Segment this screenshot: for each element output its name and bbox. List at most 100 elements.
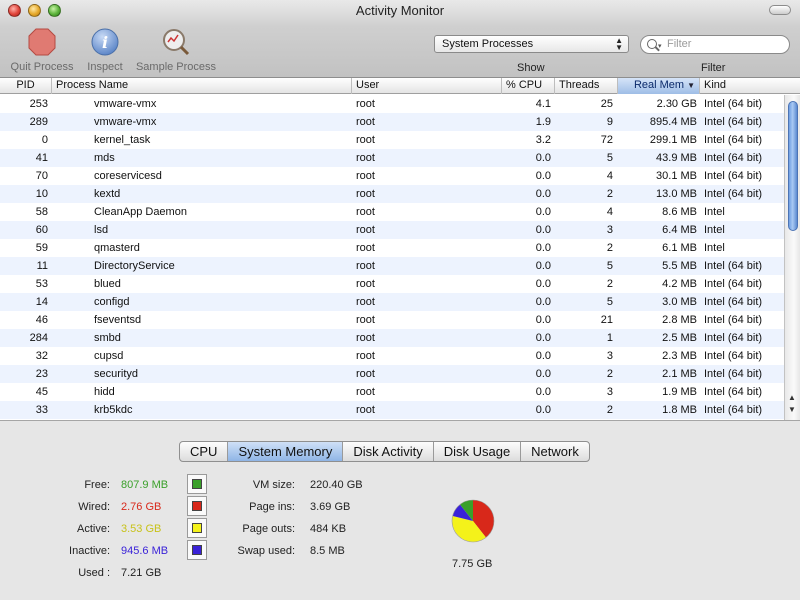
table-row[interactable]: 253 vmware-vmx root 4.1 25 2.30 GB Intel (64 b… <box>0 95 784 113</box>
user-cell: root <box>356 242 375 254</box>
pid-cell: 58 <box>35 206 48 218</box>
tab-cpu[interactable]: CPU <box>180 442 229 461</box>
used-value: 7.21 GB <box>121 567 162 579</box>
column-header-real-mem[interactable]: Real Mem ▼ <box>618 78 700 94</box>
real-mem-cell: 6.1 MB <box>662 242 697 254</box>
filter-search-input[interactable]: ▾ Filter <box>640 35 790 54</box>
tab-disk-activity[interactable]: Disk Activity <box>343 442 434 461</box>
scroll-up-arrow-icon[interactable]: ▲ <box>788 393 796 402</box>
cpu-cell: 0.0 <box>535 188 551 200</box>
cpu-cell: 0.0 <box>535 206 551 218</box>
process-name-cell: configd <box>94 296 130 308</box>
search-placeholder: Filter <box>667 38 692 50</box>
user-cell: root <box>356 260 375 272</box>
threads-cell: 3 <box>606 386 613 398</box>
cpu-cell: 0.0 <box>535 350 551 362</box>
column-header-process-name[interactable]: Process Name <box>52 78 352 94</box>
memory-pie-chart <box>451 499 495 543</box>
threads-cell: 2 <box>606 188 613 200</box>
table-row[interactable]: 59 qmasterd root 0.0 2 6.1 MB Intel <box>0 239 784 257</box>
vertical-scrollbar[interactable]: ▲ ▼ <box>784 95 800 420</box>
toolbar-toggle-button[interactable] <box>769 5 791 15</box>
user-cell: root <box>356 314 375 326</box>
table-row[interactable]: 33 krb5kdc root 0.0 2 1.8 MB Intel (64 bit) <box>0 401 784 419</box>
column-header-cpu[interactable]: % CPU <box>502 78 555 94</box>
sample-process-button[interactable]: Sample Process <box>130 27 222 73</box>
cpu-cell: 0.0 <box>535 332 551 344</box>
user-cell: root <box>356 206 375 218</box>
tab-system-memory[interactable]: System Memory <box>228 442 344 461</box>
kind-cell: Intel (64 bit) <box>704 350 763 362</box>
show-select-value: System Processes <box>442 38 534 50</box>
column-header-pid-label: PID <box>16 79 35 91</box>
kind-cell: Intel (64 bit) <box>704 296 763 308</box>
cpu-cell: 0.0 <box>535 224 551 236</box>
threads-cell: 3 <box>606 350 613 362</box>
table-row[interactable]: 45 hidd root 0.0 3 1.9 MB Intel (64 bit) <box>0 383 784 401</box>
user-cell: root <box>356 386 375 398</box>
scroll-down-arrow-icon[interactable]: ▼ <box>788 405 796 414</box>
filter-label: Filter <box>701 62 726 74</box>
process-name-cell: kextd <box>94 188 121 200</box>
kind-cell: Intel (64 bit) <box>704 368 763 380</box>
user-cell: root <box>356 188 375 200</box>
user-cell: root <box>356 98 375 110</box>
user-cell: root <box>356 296 375 308</box>
process-name-cell: hidd <box>94 386 115 398</box>
table-row[interactable]: 32 cupsd root 0.0 3 2.3 MB Intel (64 bit) <box>0 347 784 365</box>
table-row[interactable]: 70 coreservicesd root 0.0 4 30.1 MB Intel (64 … <box>0 167 784 185</box>
show-processes-select[interactable]: System Processes ▲ ▼ <box>434 35 629 53</box>
cpu-cell: 0.0 <box>535 296 551 308</box>
column-header-threads-label: Threads <box>559 79 600 91</box>
cpu-cell: 0.0 <box>535 260 551 272</box>
table-row[interactable]: 60 lsd root 0.0 3 6.4 MB Intel <box>0 221 784 239</box>
column-header-threads[interactable]: Threads <box>555 78 618 94</box>
table-row[interactable]: 0 kernel_task root 3.2 72 299.1 MB Intel (64 b… <box>0 131 784 149</box>
kind-cell: Intel (64 bit) <box>704 116 763 128</box>
page-outs-label: Page outs: <box>242 523 295 535</box>
column-header-user[interactable]: User <box>352 78 502 94</box>
page-outs-value: 484 KB <box>310 523 347 535</box>
kind-cell: Intel (64 bit) <box>704 278 763 290</box>
kind-cell: Intel (64 bit) <box>704 134 763 146</box>
process-table: PID Process Name User % CPU Threads Real… <box>0 78 800 420</box>
process-name-cell: krb5kdc <box>94 404 133 416</box>
tab-network[interactable]: Network <box>521 442 589 461</box>
kind-cell: Intel (64 bit) <box>704 98 763 110</box>
info-icon: i <box>91 28 119 56</box>
tab-disk-usage[interactable]: Disk Usage <box>434 442 522 461</box>
cpu-cell: 0.0 <box>535 386 551 398</box>
column-header-pid[interactable]: PID <box>0 78 52 94</box>
pid-cell: 11 <box>36 260 48 272</box>
table-row[interactable]: 46 fseventsd root 0.0 21 2.8 MB Intel (64 bit) <box>0 311 784 329</box>
process-name-cell: DirectoryService <box>94 260 175 272</box>
table-row[interactable]: 58 CleanApp Daemon root 0.0 4 8.6 MB Intel <box>0 203 784 221</box>
scrollbar-thumb[interactable] <box>788 101 798 231</box>
real-mem-cell: 1.9 MB <box>662 386 697 398</box>
user-cell: root <box>356 152 375 164</box>
table-row[interactable]: 284 smbd root 0.0 1 2.5 MB Intel (64 bit) <box>0 329 784 347</box>
show-label: Show <box>517 62 545 74</box>
vm-size-label: VM size: <box>252 479 295 491</box>
cpu-cell: 0.0 <box>535 404 551 416</box>
threads-cell: 3 <box>606 224 613 236</box>
search-icon <box>647 39 657 49</box>
table-row[interactable]: 14 configd root 0.0 5 3.0 MB Intel (64 bit) <box>0 293 784 311</box>
toolbar: Activity Monitor Quit Process i Inspect … <box>0 0 800 78</box>
table-row[interactable]: 11 DirectoryService root 0.0 5 5.5 MB Intel (6… <box>0 257 784 275</box>
user-cell: root <box>356 134 375 146</box>
table-row[interactable]: 23 securityd root 0.0 2 2.1 MB Intel (64 bit) <box>0 365 784 383</box>
real-mem-cell: 30.1 MB <box>656 170 697 182</box>
pid-cell: 45 <box>35 386 48 398</box>
real-mem-cell: 1.8 MB <box>662 404 697 416</box>
pid-cell: 41 <box>35 152 48 164</box>
sample-process-label: Sample Process <box>135 61 217 73</box>
table-row[interactable]: 289 vmware-vmx root 1.9 9 895.4 MB Intel (64 b… <box>0 113 784 131</box>
column-header-kind[interactable]: Kind <box>700 78 800 94</box>
table-row[interactable]: 53 blued root 0.0 2 4.2 MB Intel (64 bit) <box>0 275 784 293</box>
process-name-cell: vmware-vmx <box>94 116 157 128</box>
table-row[interactable]: 10 kextd root 0.0 2 13.0 MB Intel (64 bit) <box>0 185 784 203</box>
process-name-cell: kernel_task <box>94 134 151 146</box>
table-row[interactable]: 41 mds root 0.0 5 43.9 MB Intel (64 bit) <box>0 149 784 167</box>
user-cell: root <box>356 116 375 128</box>
